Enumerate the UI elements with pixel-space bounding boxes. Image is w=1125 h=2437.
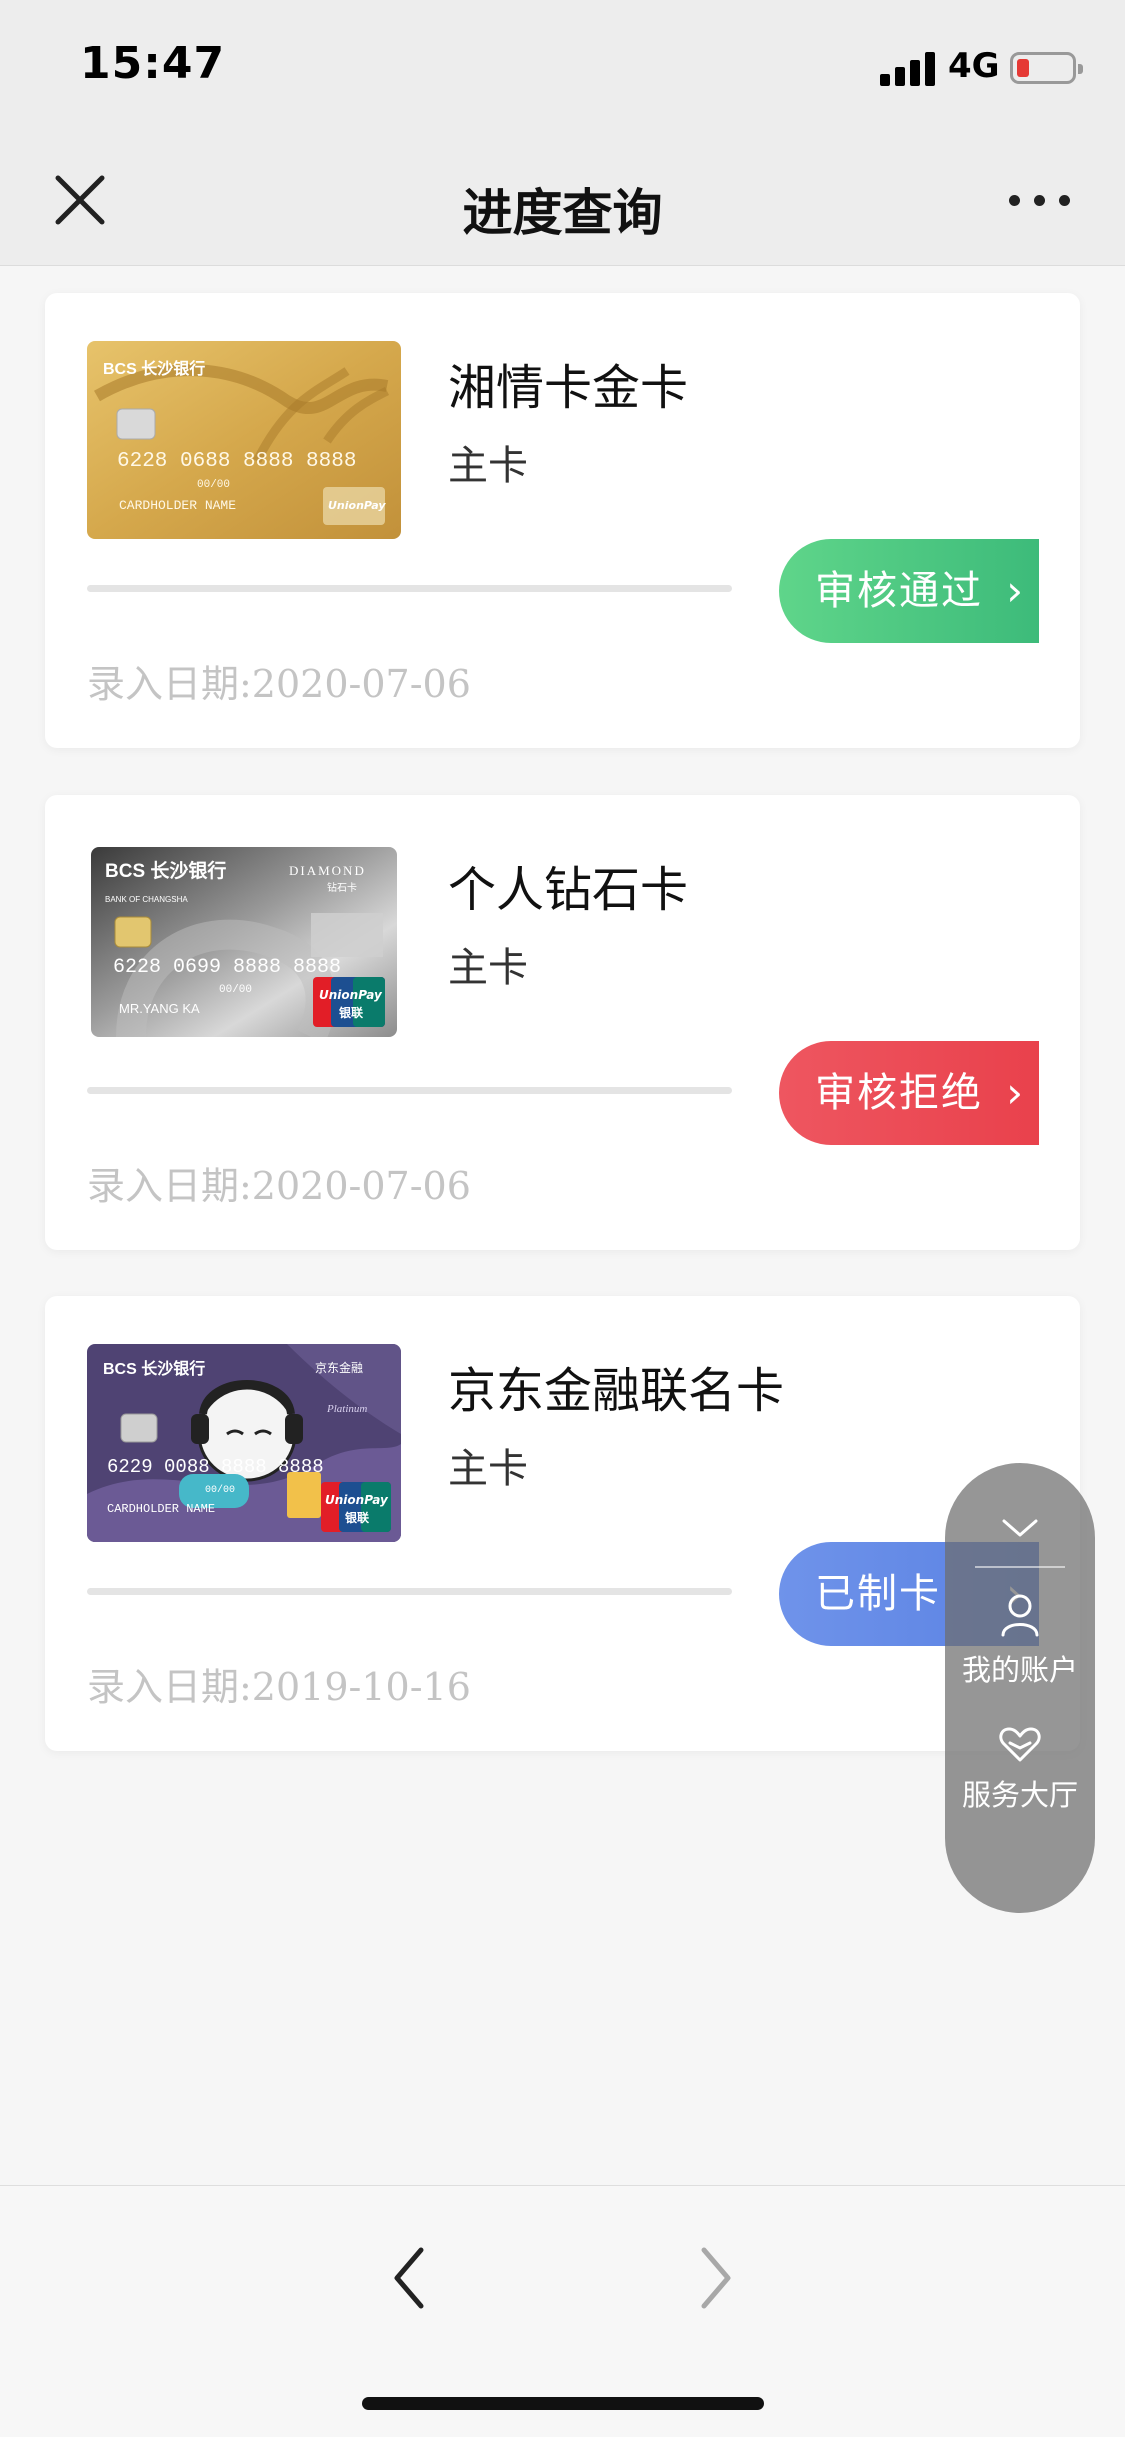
card-type: 主卡 <box>448 1446 528 1492</box>
heart-icon <box>999 1727 1041 1762</box>
svg-text:00/00: 00/00 <box>205 1484 235 1496</box>
card-name: 京东金融联名卡 <box>448 1363 785 1419</box>
svg-text:Platinum: Platinum <box>326 1403 367 1415</box>
nav-bar: 进度查询 <box>0 135 1125 266</box>
svg-text:MR.YANG KA: MR.YANG KA <box>119 1001 200 1016</box>
more-icon <box>1009 195 1020 206</box>
svg-text:UnionPay: UnionPay <box>328 499 386 512</box>
page-title: 进度查询 <box>462 184 663 242</box>
svg-text:BCS 长沙银行: BCS 长沙银行 <box>103 359 205 378</box>
user-icon <box>1001 1594 1039 1637</box>
svg-text:CARDHOLDER NAME: CARDHOLDER NAME <box>119 498 236 513</box>
home-indicator[interactable] <box>362 2397 764 2410</box>
application-card[interactable]: BCS 长沙银行 6228 0688 8888 8888 00/00 CARDH… <box>45 293 1080 748</box>
svg-text:00/00: 00/00 <box>197 479 230 491</box>
entry-date: 录入日期:2020-07-06 <box>87 1164 471 1208</box>
card-image-gold: BCS 长沙银行 6228 0688 8888 8888 00/00 CARDH… <box>87 341 401 539</box>
entry-date: 录入日期:2019-10-16 <box>87 1665 471 1709</box>
application-card[interactable]: BCS 长沙银行 DIAMOND 钻石卡 BANK OF CHANGSHA 62… <box>45 795 1080 1250</box>
svg-text:BCS 长沙银行: BCS 长沙银行 <box>103 1359 205 1378</box>
status-label: 已制卡 <box>815 1571 941 1617</box>
progress-line <box>87 585 732 592</box>
divider <box>975 1566 1065 1568</box>
network-type: 4G <box>948 46 1000 86</box>
svg-text:DIAMOND: DIAMOND <box>289 863 366 878</box>
chevron-right-icon: › <box>1006 566 1025 615</box>
my-account-button[interactable]: 我的账户 <box>945 1593 1095 1703</box>
status-label: 审核通过 <box>815 568 983 614</box>
chevron-left-icon <box>394 2247 424 2309</box>
forward-button[interactable] <box>690 2238 740 2318</box>
svg-text:BANK OF CHANGSHA: BANK OF CHANGSHA <box>105 895 188 904</box>
chevron-right-icon: › <box>1006 1068 1025 1117</box>
status-label: 审核拒绝 <box>815 1070 983 1116</box>
service-hall-button[interactable]: 服务大厅 <box>945 1726 1095 1836</box>
card-image-diamond: BCS 长沙银行 DIAMOND 钻石卡 BANK OF CHANGSHA 62… <box>91 847 397 1037</box>
card-name: 个人钻石卡 <box>448 862 689 918</box>
service-hall-label: 服务大厅 <box>961 1778 1078 1812</box>
battery-icon <box>1010 52 1083 84</box>
svg-text:6228 0688 8888 8888: 6228 0688 8888 8888 <box>117 450 356 473</box>
status-time: 15:47 <box>80 38 226 89</box>
progress-line <box>87 1087 732 1094</box>
progress-line <box>87 1588 732 1595</box>
back-button[interactable] <box>385 2238 435 2318</box>
svg-text:6228 0699 8888 8888: 6228 0699 8888 8888 <box>113 956 341 979</box>
svg-text:BCS 长沙银行: BCS 长沙银行 <box>105 859 226 882</box>
card-type: 主卡 <box>448 443 528 489</box>
svg-text:银联: 银联 <box>345 1510 369 1525</box>
svg-text:京东金融: 京东金融 <box>315 1360 363 1375</box>
status-rejected-button[interactable]: 审核拒绝 › <box>779 1041 1039 1145</box>
floating-menu: 我的账户 服务大厅 <box>945 1463 1095 1913</box>
chevron-right-icon <box>701 2247 731 2309</box>
svg-text:00/00: 00/00 <box>219 984 252 996</box>
card-name: 湘情卡金卡 <box>448 360 689 416</box>
card-type: 主卡 <box>448 945 528 991</box>
collapse-button[interactable] <box>990 1513 1050 1553</box>
svg-text:银联: 银联 <box>339 1005 363 1020</box>
status-approved-button[interactable]: 审核通过 › <box>779 539 1039 643</box>
status-bar: 15:47 4G <box>0 0 1125 135</box>
svg-text:钻石卡: 钻石卡 <box>327 881 357 894</box>
svg-text:UnionPay: UnionPay <box>325 1493 389 1507</box>
my-account-label: 我的账户 <box>961 1653 1078 1687</box>
entry-date: 录入日期:2020-07-06 <box>87 662 471 706</box>
signal-icon <box>880 52 936 86</box>
svg-text:CARDHOLDER NAME: CARDHOLDER NAME <box>107 1502 215 1516</box>
more-button[interactable] <box>1005 180 1075 220</box>
svg-text:6229 0088 8888 8888: 6229 0088 8888 8888 <box>107 1456 324 1478</box>
svg-text:UnionPay: UnionPay <box>319 988 383 1002</box>
application-card[interactable]: BCS 长沙银行 京东金融 Platinum 6229 0088 8888 88… <box>45 1296 1080 1751</box>
chevron-down-icon <box>1002 1519 1038 1537</box>
card-image-jd: BCS 长沙银行 京东金融 Platinum 6229 0088 8888 88… <box>87 1344 401 1542</box>
